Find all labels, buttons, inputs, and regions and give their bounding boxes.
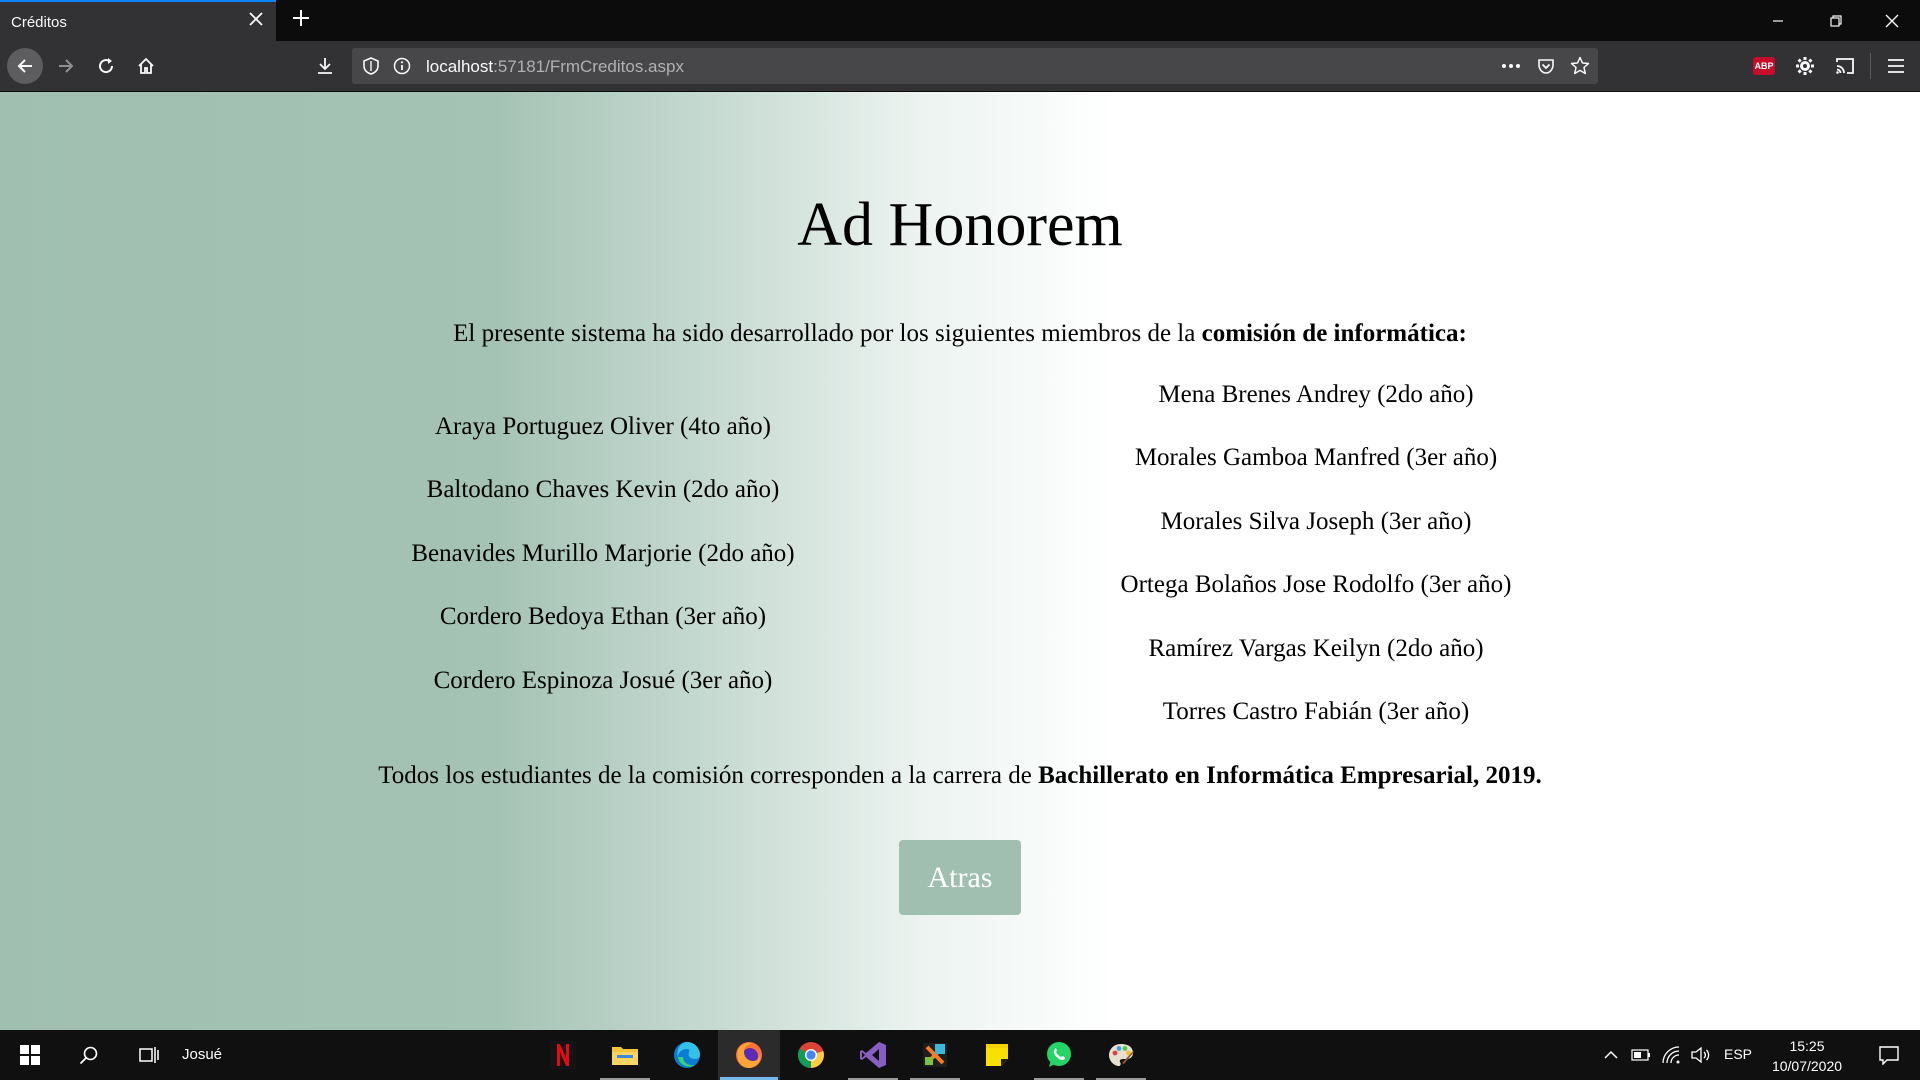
url-path: :57181/FrmCreditos.aspx (493, 57, 684, 76)
intro-text: El presente sistema ha sido desarrollado… (453, 320, 1202, 347)
whatsapp-icon[interactable] (1028, 1030, 1090, 1080)
wifi-icon[interactable] (1658, 1030, 1684, 1080)
edge-icon[interactable] (656, 1030, 718, 1080)
volume-icon[interactable] (1688, 1030, 1714, 1080)
back-button[interactable]: Atras (899, 840, 1021, 915)
netflix-icon[interactable] (532, 1030, 594, 1080)
navigation-toolbar: localhost:57181/FrmCreditos.aspx ABP (0, 41, 1920, 92)
paint-icon[interactable] (1090, 1030, 1152, 1080)
site-info-icon[interactable] (392, 56, 412, 76)
url-text[interactable]: localhost:57181/FrmCreditos.aspx (426, 57, 684, 77)
xampp-icon[interactable] (904, 1030, 966, 1080)
cast-icon[interactable] (1827, 48, 1863, 84)
tab-title: Créditos (11, 14, 67, 31)
show-hidden-icons-icon[interactable] (1598, 1030, 1624, 1080)
minimize-icon[interactable] (1750, 0, 1806, 41)
credits-page: Ad Honorem El presente sistema ha sido d… (0, 92, 1920, 1030)
member-name: Ortega Bolaños Jose Rodolfo (3er año) (1120, 571, 1512, 599)
taskbar-user-label[interactable]: Josué (182, 1046, 222, 1063)
tab-bar: Créditos (0, 0, 1920, 41)
member-name: Benavides Murillo Marjorie (2do año) (411, 539, 795, 567)
url-bar[interactable]: localhost:57181/FrmCreditos.aspx (352, 48, 1598, 84)
clock[interactable]: 15:25 10/07/2020 (1764, 1036, 1850, 1076)
forward-icon[interactable] (48, 48, 84, 84)
downloads-icon[interactable] (307, 48, 343, 84)
browser-tab[interactable]: Créditos (0, 0, 276, 41)
windows-taskbar: Josué ESP 15:25 10/07/2020 (0, 1030, 1920, 1080)
new-tab-icon[interactable] (288, 6, 314, 32)
clock-time: 15:25 (1789, 1038, 1825, 1054)
url-host: localhost (426, 57, 494, 76)
intro-bold: comisión de informática: (1201, 320, 1467, 347)
member-name: Araya Portuguez Oliver (4to año) (435, 413, 771, 440)
tab-close-icon[interactable] (246, 10, 266, 30)
search-icon[interactable] (60, 1030, 118, 1080)
intro-paragraph: El presente sistema ha sido desarrollado… (0, 320, 1920, 348)
member-name: Cordero Espinoza Josué (3er año) (433, 666, 773, 694)
restore-icon[interactable] (1808, 0, 1864, 41)
home-icon[interactable] (128, 48, 164, 84)
notifications-icon[interactable] (1866, 1030, 1912, 1080)
pocket-icon[interactable] (1536, 56, 1556, 76)
language-indicator[interactable]: ESP (1724, 1046, 1752, 1062)
task-view-icon[interactable] (118, 1030, 178, 1080)
career-text: Todos los estudiantes de la comisión cor… (378, 762, 1039, 789)
clock-date: 10/07/2020 (1771, 1058, 1843, 1074)
member-name: Cordero Bedoya Ethan (3er año) (439, 603, 767, 631)
member-name: Morales Gamboa Manfred (3er año) (1134, 444, 1498, 472)
menu-icon[interactable] (1878, 48, 1914, 84)
chrome-icon[interactable] (780, 1030, 842, 1080)
firefox-icon[interactable] (718, 1030, 780, 1080)
members-right-column: Mena Brenes Andrey (2do año) Morales Gam… (956, 380, 1676, 760)
page-title: Ad Honorem (797, 191, 1123, 259)
shield-icon[interactable] (361, 56, 381, 76)
sticky-notes-icon[interactable] (966, 1030, 1028, 1080)
member-name: Ramírez Vargas Keilyn (2do año) (1148, 634, 1484, 662)
career-paragraph: Todos los estudiantes de la comisión cor… (0, 762, 1920, 790)
page-actions-icon[interactable] (1501, 56, 1521, 76)
visual-studio-icon[interactable] (842, 1030, 904, 1080)
career-bold: Bachillerato en Informática Empresarial,… (1038, 762, 1542, 789)
file-explorer-icon[interactable] (594, 1030, 656, 1080)
adblock-plus-icon[interactable]: ABP (1753, 57, 1775, 75)
extension-gear-icon[interactable] (1787, 48, 1823, 84)
battery-icon[interactable] (1628, 1030, 1654, 1080)
member-name: Baltodano Chaves Kevin (2do año) (426, 476, 780, 504)
back-icon[interactable] (7, 48, 43, 84)
reload-icon[interactable] (88, 48, 124, 84)
windows-start-icon[interactable] (0, 1030, 60, 1080)
bookmark-star-icon[interactable] (1570, 56, 1590, 76)
toolbar-separator (1870, 53, 1871, 79)
member-name: Torres Castro Fabián (3er año) (1162, 697, 1470, 725)
close-window-icon[interactable] (1864, 0, 1920, 41)
member-name: Mena Brenes Andrey (2do año) (1158, 381, 1474, 408)
members-left-column: Araya Portuguez Oliver (4to año) Baltoda… (243, 412, 963, 729)
member-name: Morales Silva Joseph (3er año) (1160, 507, 1472, 535)
